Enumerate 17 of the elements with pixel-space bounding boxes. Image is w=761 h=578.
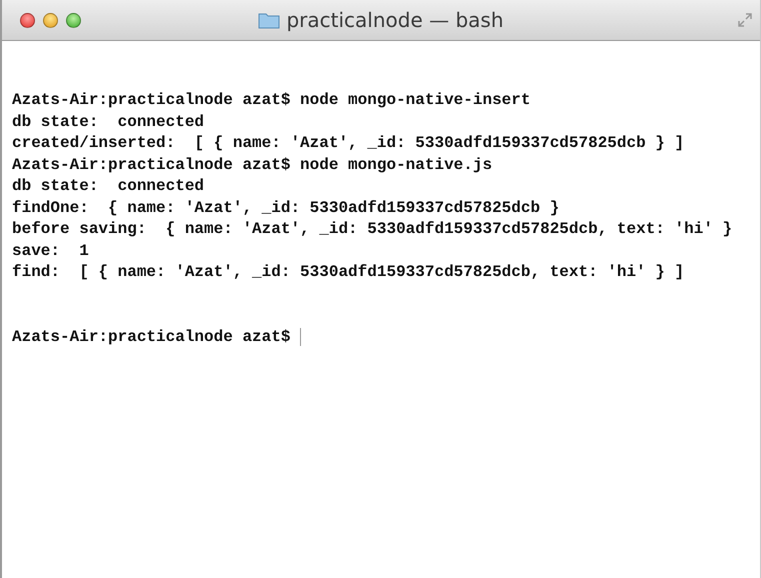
terminal-line: created/inserted: [ { name: 'Azat', _id: 5330adfd159337cd57825dcb } ]	[12, 133, 686, 154]
terminal-line: Azats-Air:practicalnode azat$ node mongo-native-insert	[12, 90, 532, 111]
fullscreen-icon[interactable]	[738, 13, 752, 27]
terminal-line: db state: connected	[12, 176, 206, 197]
minimize-button[interactable]	[43, 12, 58, 28]
terminal-line: before saving: { name: 'Azat', _id: 5330adfd159337cd57825dcb, text: 'hi' }	[12, 219, 734, 240]
terminal-line: save: 1	[12, 240, 90, 262]
terminal-line: Azats-Air:practicalnode azat$ node mongo-native.js	[12, 154, 494, 176]
terminal-prompt: Azats-Air:practicalnode azat$	[12, 326, 290, 348]
text-cursor	[300, 328, 302, 346]
terminal-line: db state: connected	[12, 112, 206, 132]
close-button[interactable]	[20, 12, 35, 28]
folder-icon	[258, 11, 280, 29]
terminal-line: find: [ { name: 'Azat', _id: 5330adfd159337cd57825dcb, text: 'hi' } ]	[12, 262, 686, 283]
terminal-line: findOne: { name: 'Azat', _id: 5330adfd159337cd57825dcb }	[12, 198, 560, 218]
zoom-button[interactable]	[66, 12, 81, 28]
window-title: practicalnode — bash	[286, 8, 504, 32]
